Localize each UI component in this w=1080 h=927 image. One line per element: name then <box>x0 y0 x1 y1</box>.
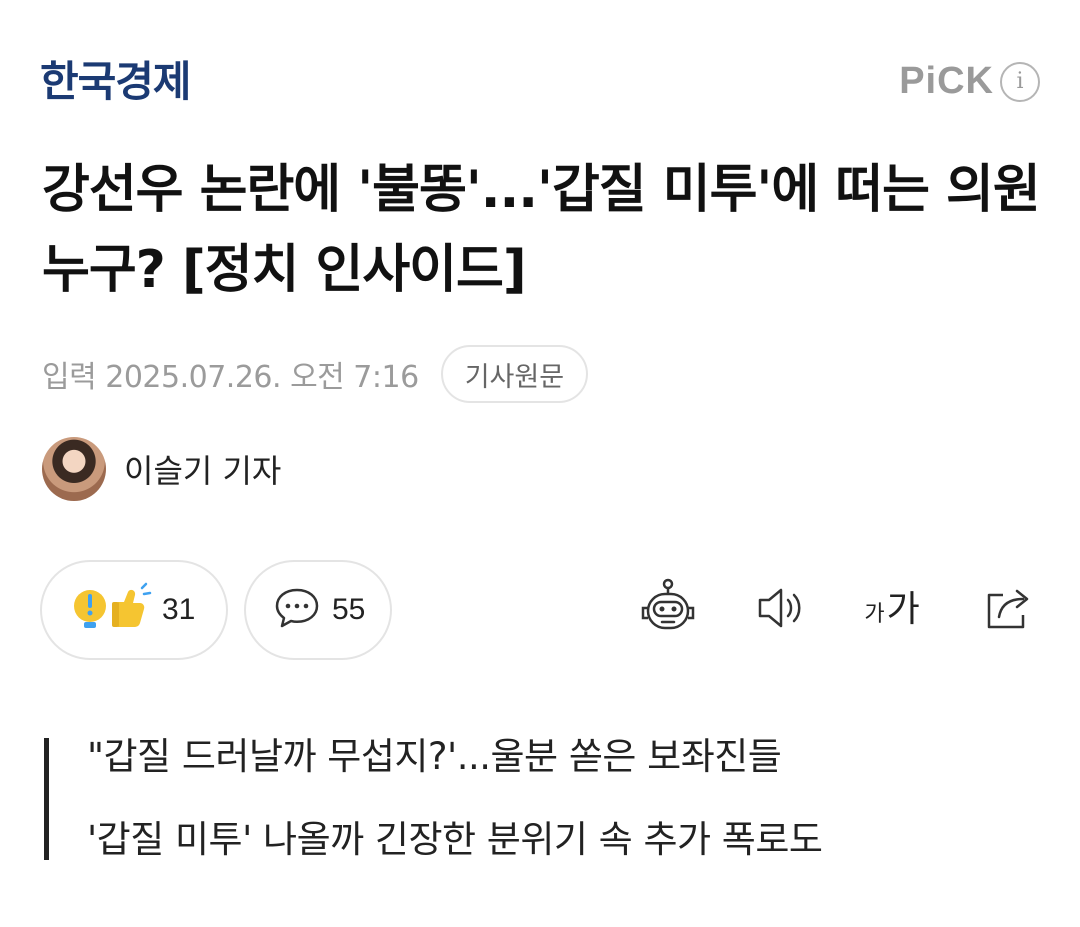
published-date: 입력 2025.07.26. 오전 7:16 <box>42 360 419 395</box>
article-meta: 입력 2025.07.26. 오전 7:16 기사원문 <box>42 344 589 404</box>
comment-icon <box>274 586 320 634</box>
top-bar: 한국경제 PiCK i <box>40 52 1040 116</box>
reaction-icon <box>72 582 152 638</box>
publisher-logo[interactable]: 한국경제 <box>40 52 192 112</box>
original-article-button[interactable]: 기사원문 <box>440 345 589 403</box>
robot-summary-icon <box>638 578 698 642</box>
action-bar: 31 55 가 가 <box>40 560 1040 660</box>
info-icon[interactable]: i <box>1000 61 1040 102</box>
pick-label: PiCK <box>899 60 994 102</box>
listen-button[interactable] <box>750 578 814 642</box>
article-summary: "갑질 드러날까 무섭지?'...울분 쏟은 보좌진들 '갑질 미투' 나올까 … <box>44 738 1044 860</box>
speaker-icon <box>754 583 810 637</box>
reaction-count: 31 <box>162 593 196 626</box>
font-size-small-label: 가 <box>864 602 885 627</box>
summary-line: '갑질 미투' 나올까 긴장한 분위기 속 추가 폭로도 <box>87 818 823 861</box>
font-size-button[interactable]: 가 가 <box>860 578 924 642</box>
share-icon <box>981 583 1035 637</box>
reporter-name: 이슬기 기자 <box>124 452 282 490</box>
comment-count: 55 <box>332 593 366 626</box>
reporter-info[interactable]: 이슬기 기자 <box>42 436 281 502</box>
pick-badge[interactable]: PiCK i <box>899 60 1040 103</box>
comment-button[interactable]: 55 <box>244 560 392 660</box>
share-button[interactable] <box>976 578 1040 642</box>
summary-line: "갑질 드러날까 무섭지?'...울분 쏟은 보좌진들 <box>87 735 782 778</box>
reporter-avatar <box>42 437 106 501</box>
article-headline: 강선우 논란에 '불똥'...'갑질 미투'에 떠는 의원 누구? [정치 인사… <box>42 160 1041 300</box>
font-size-icon: 가 가 <box>864 592 919 628</box>
font-size-large-label: 가 <box>886 589 920 630</box>
reaction-button[interactable]: 31 <box>40 560 228 660</box>
robot-summary-button[interactable] <box>636 578 700 642</box>
